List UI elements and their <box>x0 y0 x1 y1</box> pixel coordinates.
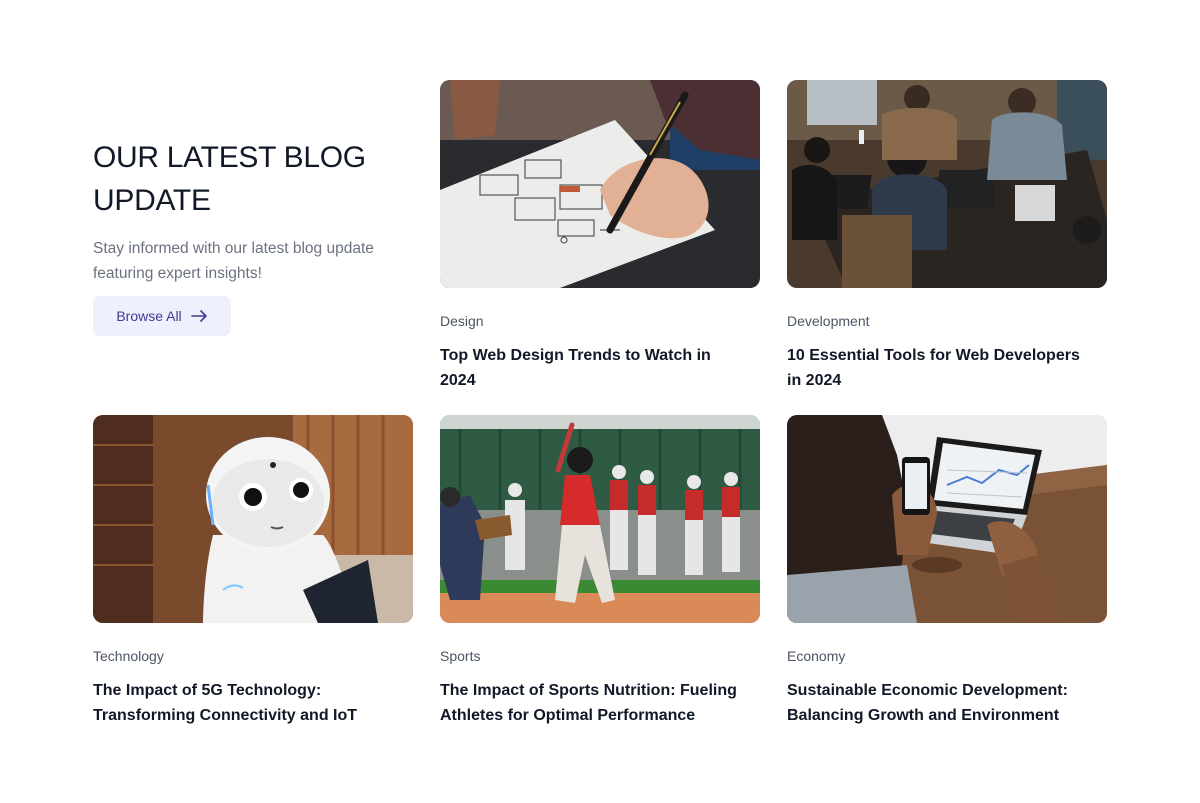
blog-card[interactable]: Development 10 Essential Tools for Web D… <box>787 80 1107 393</box>
post-category[interactable]: Development <box>787 312 1107 330</box>
section-heading: OUR LATEST BLOG UPDATE <box>93 141 366 217</box>
arrow-right-icon <box>190 310 207 322</box>
post-category[interactable]: Sports <box>440 647 760 665</box>
blog-card[interactable]: Technology The Impact of 5G Technology: … <box>93 415 413 728</box>
browse-all-button[interactable]: Browse All <box>93 296 231 336</box>
blog-intro: OUR LATEST BLOG UPDATE Stay informed wit… <box>93 136 413 336</box>
blog-card[interactable]: Sports The Impact of Sports Nutrition: F… <box>440 415 760 728</box>
post-title[interactable]: Sustainable Economic Development: Balanc… <box>787 678 1097 728</box>
post-category[interactable]: Economy <box>787 647 1107 665</box>
post-title[interactable]: The Impact of 5G Technology: Transformin… <box>93 678 403 728</box>
baseball-batter-photo[interactable] <box>440 415 760 623</box>
section-description: Stay informed with our latest blog updat… <box>93 240 374 282</box>
post-title[interactable]: 10 Essential Tools for Web Developers in… <box>787 343 1097 393</box>
team-laptops-photo[interactable] <box>787 80 1107 288</box>
blog-card[interactable]: Economy Sustainable Economic Development… <box>787 415 1107 728</box>
white-robot-photo[interactable] <box>93 415 413 623</box>
post-title[interactable]: Top Web Design Trends to Watch in 2024 <box>440 343 750 393</box>
post-category[interactable]: Technology <box>93 647 413 665</box>
laptop-phone-desk-photo[interactable] <box>787 415 1107 623</box>
wireframe-sketching-photo[interactable] <box>440 80 760 288</box>
post-title[interactable]: The Impact of Sports Nutrition: Fueling … <box>440 678 750 728</box>
blog-card[interactable]: Design Top Web Design Trends to Watch in… <box>440 80 760 393</box>
browse-all-label: Browse All <box>116 308 182 324</box>
post-category[interactable]: Design <box>440 312 760 330</box>
